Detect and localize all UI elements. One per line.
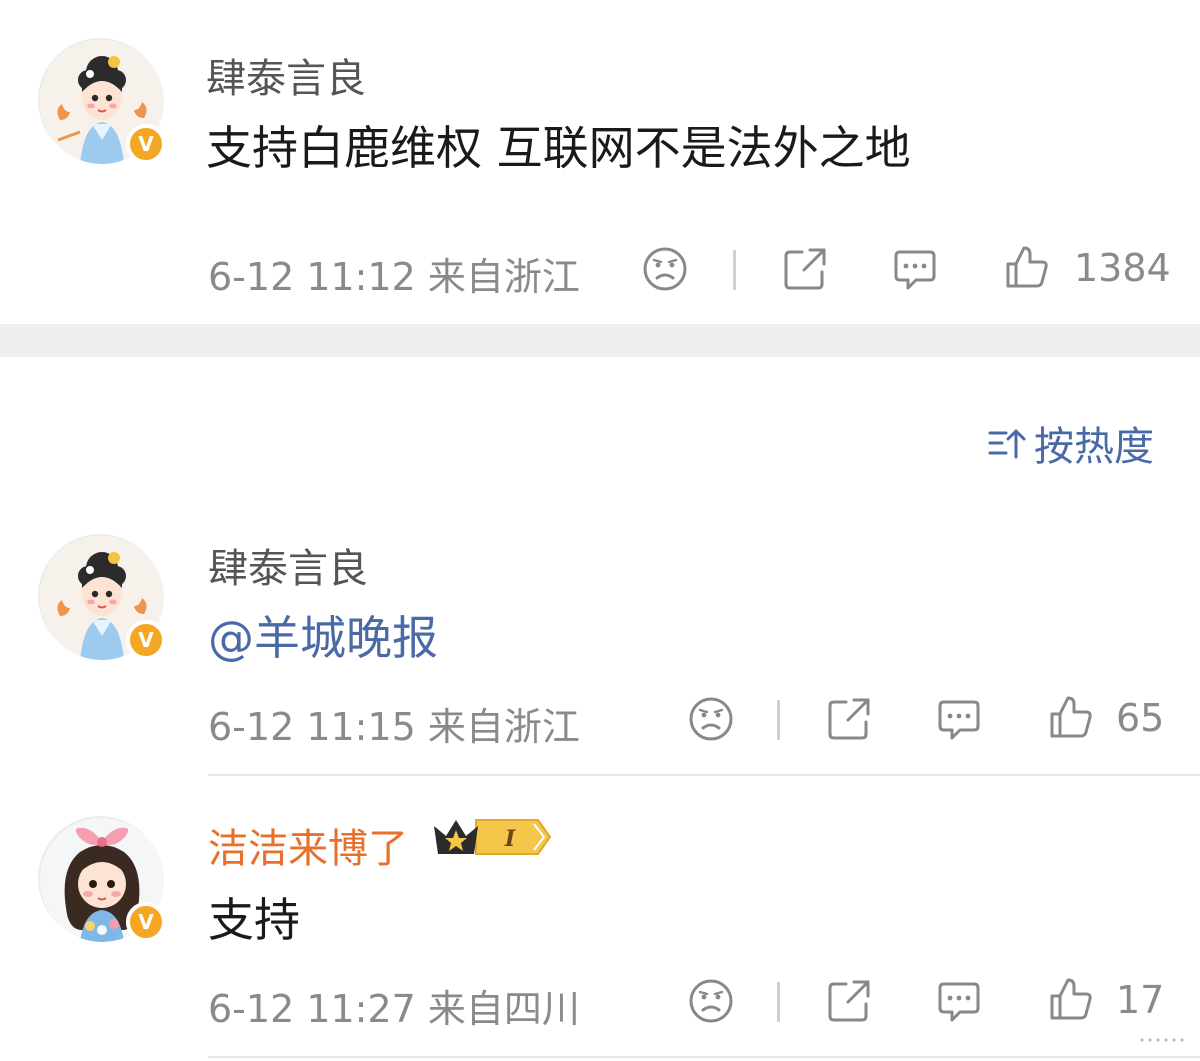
post-time: 6-12 11:12	[208, 255, 416, 299]
author-name[interactable]: 肆泰言良	[206, 46, 366, 104]
like-count: 17	[1116, 978, 1165, 1022]
verified-badge-icon: V	[126, 124, 166, 164]
dislike-face-icon[interactable]	[688, 978, 734, 1024]
comment-text: 支持	[208, 893, 300, 947]
comment-separator	[208, 774, 1200, 776]
share-icon[interactable]	[826, 696, 872, 742]
post-location: 来自浙江	[427, 255, 580, 299]
comment-icon[interactable]	[892, 246, 938, 292]
verified-badge-icon: V	[126, 620, 166, 660]
sort-toggle[interactable]: 按热度	[986, 418, 1154, 470]
like-count: 1384	[1074, 246, 1171, 290]
dislike-face-icon[interactable]	[642, 246, 688, 292]
comment-location: 来自浙江	[427, 705, 580, 749]
sort-hot-icon	[988, 429, 1026, 459]
comment-time: 6-12 11:27	[208, 987, 416, 1031]
comment-mention-link[interactable]: @羊城晚报	[208, 602, 438, 668]
comment-avatar[interactable]: V	[38, 816, 166, 942]
section-divider	[0, 324, 1200, 357]
like-icon[interactable]	[1048, 694, 1094, 740]
weibo-post-page: V 肆泰言良 支持白鹿维权 互联网不是法外之地 6-12 11:12 来自浙江 1…	[0, 0, 1200, 1061]
action-divider	[777, 700, 780, 740]
post-card: V 肆泰言良 支持白鹿维权 互联网不是法外之地 6-12 11:12 来自浙江 1…	[0, 0, 1200, 324]
sort-label: 按热度	[1034, 424, 1154, 470]
post-text: 支持白鹿维权 互联网不是法外之地	[206, 121, 911, 175]
like-count: 65	[1116, 696, 1165, 740]
comment-separator	[208, 1056, 1200, 1058]
post-meta: 6-12 11:12 来自浙江	[208, 246, 580, 301]
comment-icon[interactable]	[936, 978, 982, 1024]
watermark-dots-icon	[1140, 1038, 1184, 1042]
comment-author-name[interactable]: 洁洁来博了	[208, 816, 408, 874]
comment-icon[interactable]	[936, 696, 982, 742]
dislike-face-icon[interactable]	[688, 696, 734, 742]
comment-meta: 6-12 11:27 来自四川	[208, 978, 580, 1033]
like-icon[interactable]	[1048, 976, 1094, 1022]
action-divider	[777, 982, 780, 1022]
comment-author-name[interactable]: 肆泰言良	[208, 536, 368, 594]
action-divider	[733, 250, 736, 290]
comment-avatar[interactable]: V	[38, 534, 166, 660]
comment-meta: 6-12 11:15 来自浙江	[208, 696, 580, 751]
share-icon[interactable]	[782, 246, 828, 292]
level-label: I	[504, 826, 516, 852]
verified-badge-icon: V	[126, 902, 166, 942]
comment-location: 来自四川	[427, 987, 580, 1031]
author-avatar[interactable]: V	[38, 38, 166, 164]
share-icon[interactable]	[826, 978, 872, 1024]
like-icon[interactable]	[1004, 244, 1050, 290]
member-level-badge-icon[interactable]: I	[432, 814, 556, 860]
comment-time: 6-12 11:15	[208, 705, 416, 749]
